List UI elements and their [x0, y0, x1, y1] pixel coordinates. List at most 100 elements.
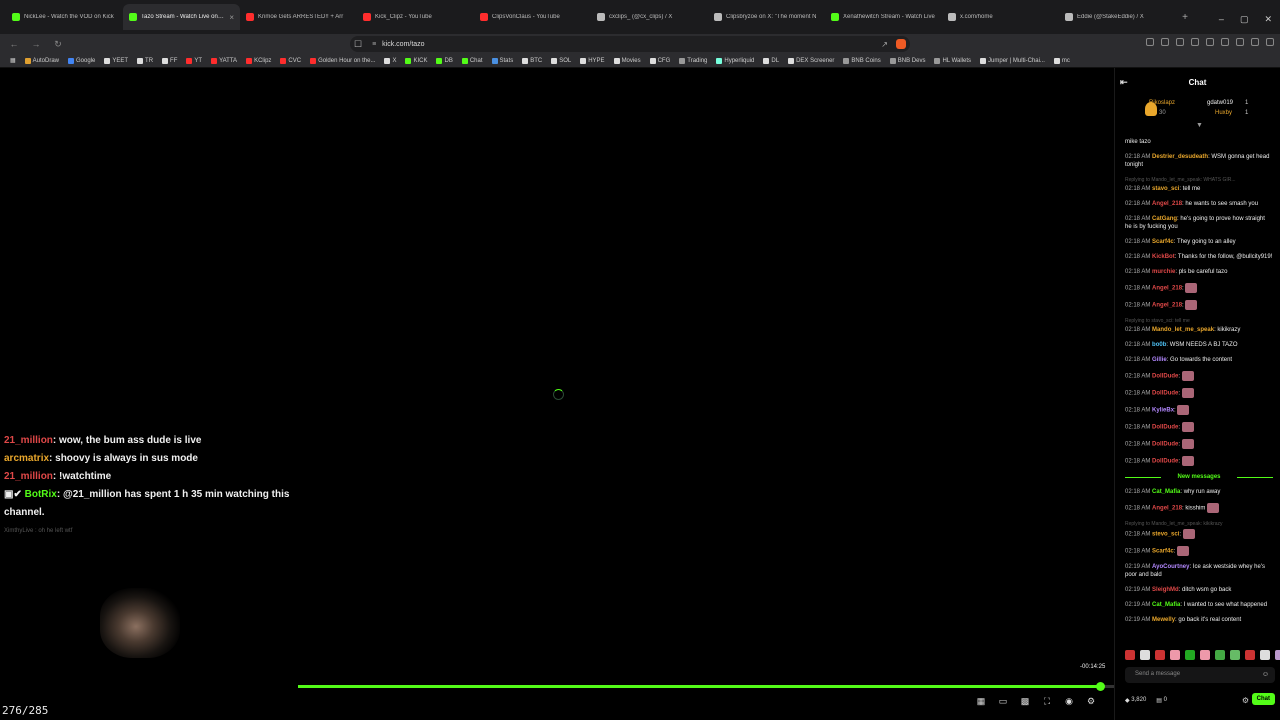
bookmark-item[interactable]: YT [186, 57, 202, 64]
message-user[interactable]: Scarf4c [1152, 549, 1174, 555]
bookmark-item[interactable]: HL Wallets [934, 57, 971, 64]
apps-icon[interactable]: ▦ [10, 57, 16, 64]
message-user[interactable]: bo0b [1152, 342, 1166, 348]
browser-tab[interactable]: ClipsVonClaus - YouTube [474, 4, 591, 30]
bookmark-item[interactable]: Google [68, 57, 95, 64]
download-icon[interactable] [1221, 38, 1229, 46]
bookmark-item[interactable]: mc [1053, 57, 1070, 64]
bookmark-item[interactable]: CVC [280, 57, 301, 64]
bookmark-item[interactable]: Jumper | Multi-Chai... [980, 57, 1045, 64]
bookmark-icon[interactable]: ☐ [354, 39, 362, 50]
browser-tab[interactable]: Eddie (@StakeEddie) / X [1059, 4, 1176, 30]
fullscreen-icon[interactable]: ⛶ [1042, 696, 1052, 706]
message-user[interactable]: Angel_218 [1152, 506, 1182, 512]
message-user[interactable]: stevo_sci [1152, 532, 1179, 538]
bookmark-item[interactable]: BNB Coins [843, 57, 881, 64]
volume-icon[interactable]: ◉ [1064, 696, 1074, 706]
message-user[interactable]: Angel_218 [1152, 286, 1182, 292]
bookmark-item[interactable]: AutoDraw [24, 57, 59, 64]
seek-bar[interactable] [298, 682, 1114, 691]
second-gifter-name[interactable]: gdatw019 [1207, 100, 1233, 106]
browser-tab[interactable]: cxclips_ (@cx_clips) / X [591, 4, 708, 30]
bookmark-item[interactable]: TR [137, 57, 153, 64]
seek-bar-handle[interactable] [1096, 682, 1106, 691]
message-user[interactable]: DollDude [1152, 425, 1178, 431]
message-user[interactable]: murchie [1152, 269, 1175, 275]
extension-icon[interactable] [1191, 38, 1199, 46]
message-user[interactable]: KylieBx [1152, 408, 1174, 414]
chat-message-input[interactable]: Send a message ☺ [1125, 667, 1275, 683]
browser-tab[interactable]: Clipsbryzoe on X: "The moment N [708, 4, 825, 30]
browser-tab[interactable]: Kick_Clipz - YouTube [357, 4, 474, 30]
emote-icon[interactable] [1125, 650, 1135, 660]
menu-icon[interactable] [1266, 38, 1274, 46]
emote-icon[interactable] [1275, 650, 1280, 660]
send-chat-button[interactable]: Chat [1251, 693, 1275, 705]
bookmark-item[interactable]: BTC [522, 57, 542, 64]
message-user[interactable]: Cat_Mafia [1152, 489, 1180, 495]
browser-tab[interactable]: NickLee - Watch the VOD on Kick [6, 4, 123, 30]
message-user[interactable]: stavo_sci [1152, 186, 1179, 192]
emote-icon[interactable] [1260, 650, 1270, 660]
bookmark-item[interactable]: FF [162, 57, 177, 64]
third-gifter-name[interactable]: Huxby [1215, 110, 1232, 116]
message-user[interactable]: DollDude [1152, 374, 1178, 380]
message-user[interactable]: KickBot [1152, 254, 1175, 260]
message-user[interactable]: DollDude [1152, 459, 1178, 465]
close-tab-icon[interactable]: × [229, 13, 234, 22]
bookmark-item[interactable]: KClipz [246, 57, 271, 64]
minimize-button[interactable]: – [1219, 14, 1224, 25]
back-icon[interactable]: ← [6, 39, 22, 49]
channel-points[interactable]: 3,820 [1131, 697, 1146, 703]
message-user[interactable]: Cat_Mafia [1152, 602, 1180, 608]
address-bar[interactable]: ☐ ≡ kick.com/tazo ↗ [350, 36, 910, 52]
bookmark-item[interactable]: SOL [551, 57, 571, 64]
bookmark-item[interactable]: Golden Hour on the... [310, 57, 375, 64]
emote-icon[interactable] [1215, 650, 1225, 660]
bookmark-item[interactable]: DB [436, 57, 453, 64]
message-user[interactable]: AyoCourtney [1152, 564, 1189, 570]
bookmark-item[interactable]: X [384, 57, 396, 64]
bookmark-item[interactable]: YATTA [211, 57, 237, 64]
wallet-icon[interactable] [1251, 38, 1259, 46]
message-user[interactable]: Angel_218 [1152, 303, 1182, 309]
bookmark-item[interactable]: YEET [104, 57, 128, 64]
bookmark-item[interactable]: Movies [613, 57, 641, 64]
extension-icon[interactable] [1206, 38, 1214, 46]
bookmark-item[interactable]: Trading [679, 57, 707, 64]
close-window-button[interactable]: ✕ [1264, 14, 1272, 25]
forward-icon[interactable]: → [28, 39, 44, 49]
message-user[interactable]: Mewelly [1152, 617, 1175, 623]
site-settings-icon[interactable]: ≡ [372, 41, 376, 48]
message-user[interactable]: Scarf4c [1152, 239, 1174, 245]
bookmark-item[interactable]: BNB Devs [889, 57, 925, 64]
message-user[interactable]: Gillie [1152, 357, 1167, 363]
message-user[interactable]: Mando_let_me_speak [1152, 327, 1214, 333]
bookmark-item[interactable]: Chat [461, 57, 483, 64]
emote-icon[interactable] [1230, 650, 1240, 660]
maximize-button[interactable]: ▢ [1240, 14, 1249, 25]
message-user[interactable]: SleighMd [1152, 587, 1179, 593]
theater-mode-icon[interactable]: ▭ [998, 696, 1008, 706]
message-user[interactable]: CatGang [1152, 216, 1177, 222]
video-player[interactable]: 21_million: wow, the bum ass dude is liv… [0, 68, 1114, 720]
emote-icon[interactable] [1155, 650, 1165, 660]
emote-icon[interactable] [1140, 650, 1150, 660]
emote-icon[interactable] [1170, 650, 1180, 660]
clip-icon[interactable]: ▦ [976, 696, 986, 706]
emote-icon[interactable] [1245, 650, 1255, 660]
collapse-chat-icon[interactable]: ⇤ [1120, 77, 1128, 88]
browser-tab[interactable]: Tazo Stream - Watch Live on Kick × [123, 4, 240, 30]
new-tab-button[interactable]: + [1176, 12, 1194, 23]
extension-icon[interactable] [1161, 38, 1169, 46]
bookmark-item[interactable]: HYPE [580, 57, 605, 64]
message-user[interactable]: DollDude [1152, 442, 1178, 448]
extension-icon[interactable] [1176, 38, 1184, 46]
browser-tab[interactable]: Krimoe Gets ARRESTED!! + Arr [240, 4, 357, 30]
bookmark-item[interactable]: Stats [491, 57, 513, 64]
emote-icon[interactable] [1185, 650, 1195, 660]
emoji-picker-icon[interactable]: ☺ [1262, 671, 1269, 678]
brave-shield-icon[interactable] [896, 39, 906, 49]
bookmark-item[interactable]: DL [763, 57, 779, 64]
bookmark-item[interactable]: KICK [405, 57, 427, 64]
